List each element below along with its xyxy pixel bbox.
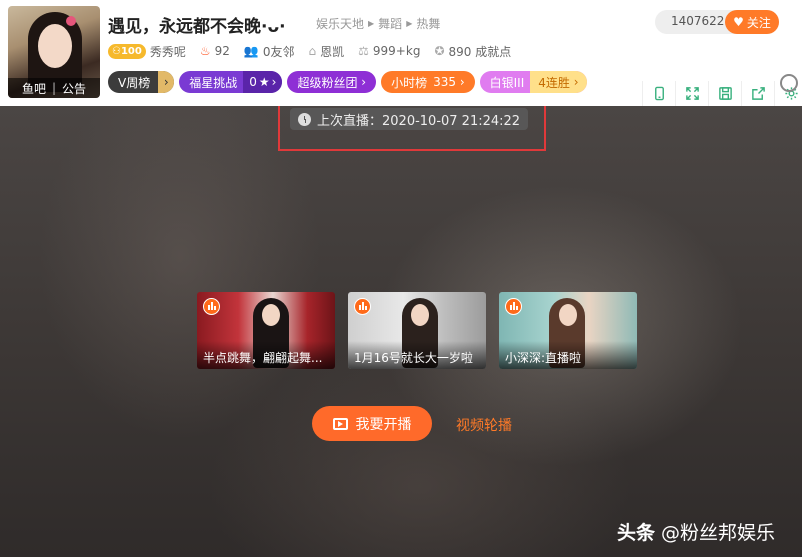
chevron-right-icon: ▶ xyxy=(406,19,413,28)
thumbnail-head xyxy=(411,304,429,326)
streamer-stats: ⚇100 秀秀呢 ♨ 92 👥 0友邻 ⌂ 恩凯 ⚖ 999+kg ✪ 890 … xyxy=(108,42,525,60)
recommendation-card[interactable]: 小深深:直播啦 xyxy=(499,292,637,369)
avatar-face xyxy=(38,24,72,68)
follow-box: 1407622 ♥ 关注 xyxy=(655,10,779,34)
home-icon: ⌂ xyxy=(308,44,317,58)
medal-icon: ✪ xyxy=(434,44,445,58)
fan-group-label: 超级粉丝团 xyxy=(297,75,358,90)
weight-item: ⚖ 999+kg xyxy=(358,44,420,58)
chevron-right-icon: › xyxy=(357,75,367,89)
fullscreen-icon[interactable] xyxy=(675,81,708,106)
card-caption: 小深深:直播啦 xyxy=(499,341,637,369)
chevron-right-icon: ▶ xyxy=(368,19,375,28)
follow-label: 关注 xyxy=(746,15,771,30)
live-icon xyxy=(203,298,220,315)
chevron-right-icon: › xyxy=(158,71,175,93)
streamer-avatar[interactable]: 鱼吧 | 公告 xyxy=(8,6,100,98)
announcement-link[interactable]: 公告 xyxy=(62,80,86,97)
video-player[interactable]: 上次直播：2020-10-07 21:24:22 半点跳舞，翩翩起舞... 1月… xyxy=(0,106,802,557)
breadcrumb-item[interactable]: 舞蹈 xyxy=(378,15,402,32)
start-live-button[interactable]: 我要开播 xyxy=(312,406,432,441)
star-count-box: 0 ★ › xyxy=(243,71,283,93)
watermark-brand: 头条 xyxy=(617,522,656,544)
friends-item: 👥 0友邻 xyxy=(244,43,295,60)
streamer-nickname[interactable]: 秀秀呢 xyxy=(150,43,186,60)
card-caption: 半点跳舞，翩翩起舞... xyxy=(197,341,335,369)
star-count: 0 xyxy=(249,75,257,89)
weekly-rank-label: V周榜 xyxy=(118,75,151,90)
scroll-indicator[interactable] xyxy=(780,74,798,92)
phone-icon[interactable] xyxy=(642,81,675,106)
location-item: ⌂ 恩凯 xyxy=(309,43,345,60)
live-icon xyxy=(354,298,371,315)
recommendation-card[interactable]: 1月16号就长大一岁啦 xyxy=(348,292,486,369)
watermark: 头条 @粉丝邦娱乐 xyxy=(617,518,775,545)
room-header: 鱼吧 | 公告 遇见，永远都不会晚·ᴗ· 娱乐天地 ▶ 舞蹈 ▶ 热舞 1407… xyxy=(0,0,802,106)
level-badge: ⚇100 xyxy=(108,43,146,59)
start-live-label: 我要开播 xyxy=(355,416,412,433)
avatar-flower xyxy=(66,16,76,26)
tier-badge[interactable]: 白银III 4连胜 › xyxy=(479,71,587,93)
share-icon[interactable] xyxy=(741,81,774,106)
fish-bar-link[interactable]: 鱼吧 xyxy=(22,80,46,97)
chevron-right-icon: › xyxy=(456,75,465,89)
chevron-right-icon: › xyxy=(271,75,277,89)
location-value: 恩凯 xyxy=(320,44,345,59)
streak-box: 4连胜 › xyxy=(530,71,587,93)
room-title: 遇见，永远都不会晚·ᴗ· xyxy=(108,17,286,37)
video-carousel-link[interactable]: 视频轮播 xyxy=(456,415,512,435)
camera-icon xyxy=(332,417,348,430)
fan-group-badge[interactable]: 超级粉丝团 › xyxy=(287,71,377,93)
breadcrumb-item[interactable]: 娱乐天地 xyxy=(316,15,364,32)
room-toolbar xyxy=(642,81,802,106)
weight-value: 999+kg xyxy=(372,44,421,58)
follow-button[interactable]: ♥ 关注 xyxy=(725,10,779,34)
thumbnail-head xyxy=(559,304,577,326)
star-icon: ★ xyxy=(258,75,270,89)
breadcrumb-item[interactable]: 热舞 xyxy=(416,15,440,32)
star-challenge-label: 福星挑战 xyxy=(189,75,238,90)
hot-value: 92 xyxy=(214,44,230,58)
hourly-rank-label: 小时榜 xyxy=(391,75,428,90)
friends-value: 0友邻 xyxy=(262,44,295,59)
weekly-rank-badge[interactable]: V周榜 › xyxy=(108,71,175,93)
level-item: ⚇100 秀秀呢 xyxy=(108,43,186,60)
heart-icon: ♥ xyxy=(733,15,744,29)
rank-badges: V周榜 › 福星挑战 0 ★ › 超级粉丝团 › 小时榜 335 › 白银III… xyxy=(108,71,587,93)
achievement-item: ✪ 890 成就点 xyxy=(434,43,511,60)
follower-count: 1407622 xyxy=(671,14,725,28)
hourly-rank-value: 335 xyxy=(433,75,457,89)
breadcrumb: 娱乐天地 ▶ 舞蹈 ▶ 热舞 xyxy=(316,15,440,32)
hot-item: ♨ 92 xyxy=(200,44,230,58)
avatar-link-separator: | xyxy=(51,81,57,95)
recommendation-card[interactable]: 半点跳舞，翩翩起舞... xyxy=(197,292,335,369)
chevron-right-icon: › xyxy=(569,75,579,89)
recommendation-list: 半点跳舞，翩翩起舞... 1月16号就长大一岁啦 小深深:直播啦 xyxy=(197,292,637,369)
avatar-links: 鱼吧 | 公告 xyxy=(8,78,100,98)
thumbnail-head xyxy=(262,304,280,326)
hourly-rank-badge[interactable]: 小时榜 335 › xyxy=(381,71,475,93)
people-icon: 👥 xyxy=(243,44,259,58)
fire-icon: ♨ xyxy=(199,44,211,58)
streak-label: 4连胜 xyxy=(538,75,570,90)
highlight-box xyxy=(278,106,546,151)
save-icon[interactable] xyxy=(708,81,741,106)
card-caption: 1月16号就长大一岁啦 xyxy=(348,341,486,369)
star-challenge-badge[interactable]: 福星挑战 0 ★ › xyxy=(179,71,283,93)
watermark-handle: @粉丝邦娱乐 xyxy=(661,522,776,544)
level-value: 100 xyxy=(120,45,142,57)
live-icon xyxy=(505,298,522,315)
weight-icon: ⚖ xyxy=(358,44,369,58)
achievement-value: 890 成就点 xyxy=(448,44,512,59)
tier-label: 白银III xyxy=(489,75,525,90)
